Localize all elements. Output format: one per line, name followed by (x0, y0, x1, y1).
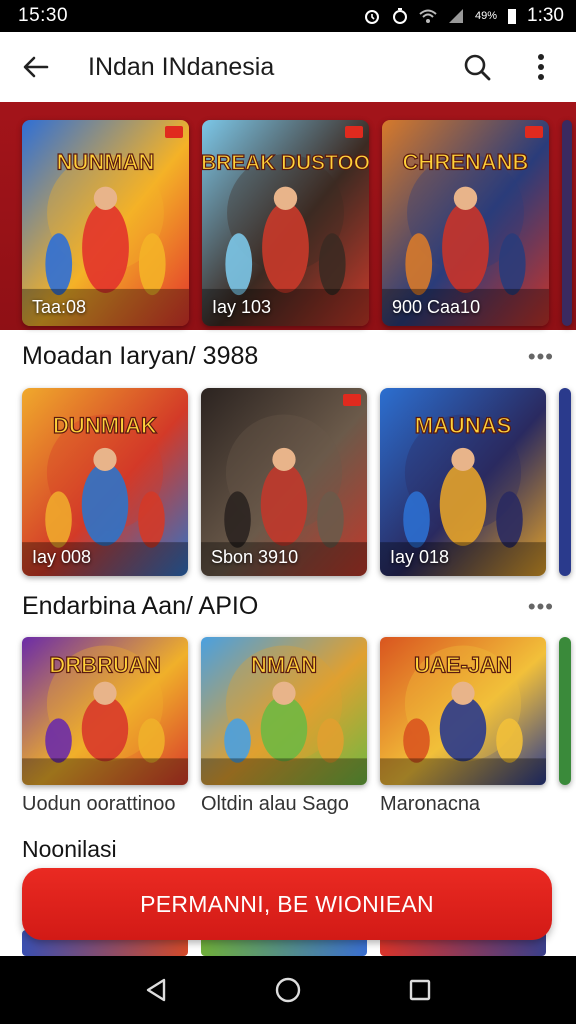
hero-game-card[interactable]: CHRENANB 900 Caa10 (382, 120, 549, 326)
svg-text:DUNMIAK: DUNMIAK (53, 413, 157, 438)
alarm-icon (363, 7, 381, 25)
section-title: Endarbina Aan/ APIO (22, 592, 259, 620)
game-title: Oltdin alau Sago (201, 793, 349, 815)
nav-recents-button[interactable] (400, 970, 440, 1010)
triangle-back-icon (146, 978, 166, 1002)
status-icons: 49% 1:30 (363, 5, 564, 27)
game-row-2: DRBRUAN Uodun oorattinoo NMAN Oltdin ala… (22, 637, 571, 816)
section-more-button[interactable]: ••• (528, 594, 554, 620)
section-header-2: Endarbina Aan/ APIO ••• (22, 592, 554, 621)
signal-icon (447, 7, 465, 25)
game-card-peek[interactable] (559, 388, 571, 576)
hero-game-card[interactable]: BREAK DUSTOO Iay 103 (202, 120, 369, 326)
game-title: Uodun oorattinoo (22, 793, 176, 815)
square-recents-icon (409, 979, 431, 1001)
game-row-1: DUNMIAK Iay 008 Sbon 3910 MAUNAS Iay 018 (22, 388, 571, 576)
svg-text:UAE-JAN: UAE-JAN (414, 653, 512, 678)
primary-cta-button[interactable]: PERMANNI, BE WIONIEAN (22, 868, 552, 940)
card-caption: Taa:08 (32, 297, 87, 317)
game-card[interactable]: Sbon 3910 (201, 388, 367, 576)
back-button[interactable] (18, 49, 54, 85)
badge-icon (343, 394, 361, 406)
svg-text:NMAN: NMAN (251, 653, 317, 678)
game-tile[interactable]: UAE-JAN Maronacna (380, 637, 546, 816)
wifi-icon (419, 7, 437, 25)
status-bar: 15:30 49% 1:30 (0, 0, 576, 32)
status-time: 15:30 (18, 5, 69, 26)
nav-back-button[interactable] (136, 970, 176, 1010)
card-caption: Iay 008 (32, 547, 92, 567)
section-title: Moadan Iaryan/ 3988 (22, 342, 259, 370)
card-caption: 900 Caa10 (392, 297, 481, 317)
game-card[interactable]: DUNMIAK Iay 008 (22, 388, 188, 576)
circle-home-icon (275, 977, 301, 1003)
section-title: Noonilasi (22, 836, 117, 862)
back-arrow-icon (23, 56, 49, 78)
overflow-menu-button[interactable] (524, 50, 558, 84)
badge-icon (345, 126, 363, 138)
game-card-peek[interactable] (559, 637, 571, 785)
svg-text:DRBRUAN: DRBRUAN (49, 653, 160, 678)
system-nav-bar (0, 956, 576, 1024)
timer-icon (391, 7, 409, 25)
card-caption: Iay 018 (390, 547, 450, 567)
game-title: Maronacna (380, 793, 481, 815)
badge-icon (165, 126, 183, 138)
game-thumbnail[interactable]: UAE-JAN (380, 637, 546, 785)
app-bar: INdan INdanesia (0, 32, 576, 102)
battery-percent: 49% (474, 10, 498, 22)
card-caption: Iay 103 (212, 297, 272, 317)
svg-text:CHRENANB: CHRENANB (403, 149, 529, 174)
section-header-1: Moadan Iaryan/ 3988 ••• (22, 342, 554, 371)
battery-icon (507, 7, 517, 25)
game-thumbnail[interactable]: DRBRUAN (22, 637, 188, 785)
search-button[interactable] (460, 50, 494, 84)
badge-icon (525, 126, 543, 138)
svg-text:BREAK DUSTOO: BREAK DUSTOO (202, 151, 369, 174)
page-title: INdan INdanesia (88, 52, 275, 81)
svg-text:MAUNAS: MAUNAS (415, 413, 512, 438)
game-card[interactable]: MAUNAS Iay 018 (380, 388, 546, 576)
hero-carousel: NUNMAN Taa:08 BREAK DUSTOO Iay 103 CHREN… (0, 102, 576, 330)
status-time-right: 1:30 (527, 5, 564, 26)
hero-game-card[interactable]: NUNMAN Taa:08 (22, 120, 189, 326)
search-icon (464, 54, 491, 81)
card-caption: Sbon 3910 (211, 547, 299, 567)
section-more-button[interactable]: ••• (528, 344, 554, 370)
game-tile[interactable]: DRBRUAN Uodun oorattinoo (22, 637, 188, 816)
more-vert-icon (538, 54, 544, 80)
nav-home-button[interactable] (268, 970, 308, 1010)
game-tile[interactable]: NMAN Oltdin alau Sago (201, 637, 367, 816)
hero-game-card-peek[interactable] (562, 120, 572, 326)
game-thumbnail[interactable]: NMAN (201, 637, 367, 785)
svg-text:NUNMAN: NUNMAN (57, 149, 155, 174)
